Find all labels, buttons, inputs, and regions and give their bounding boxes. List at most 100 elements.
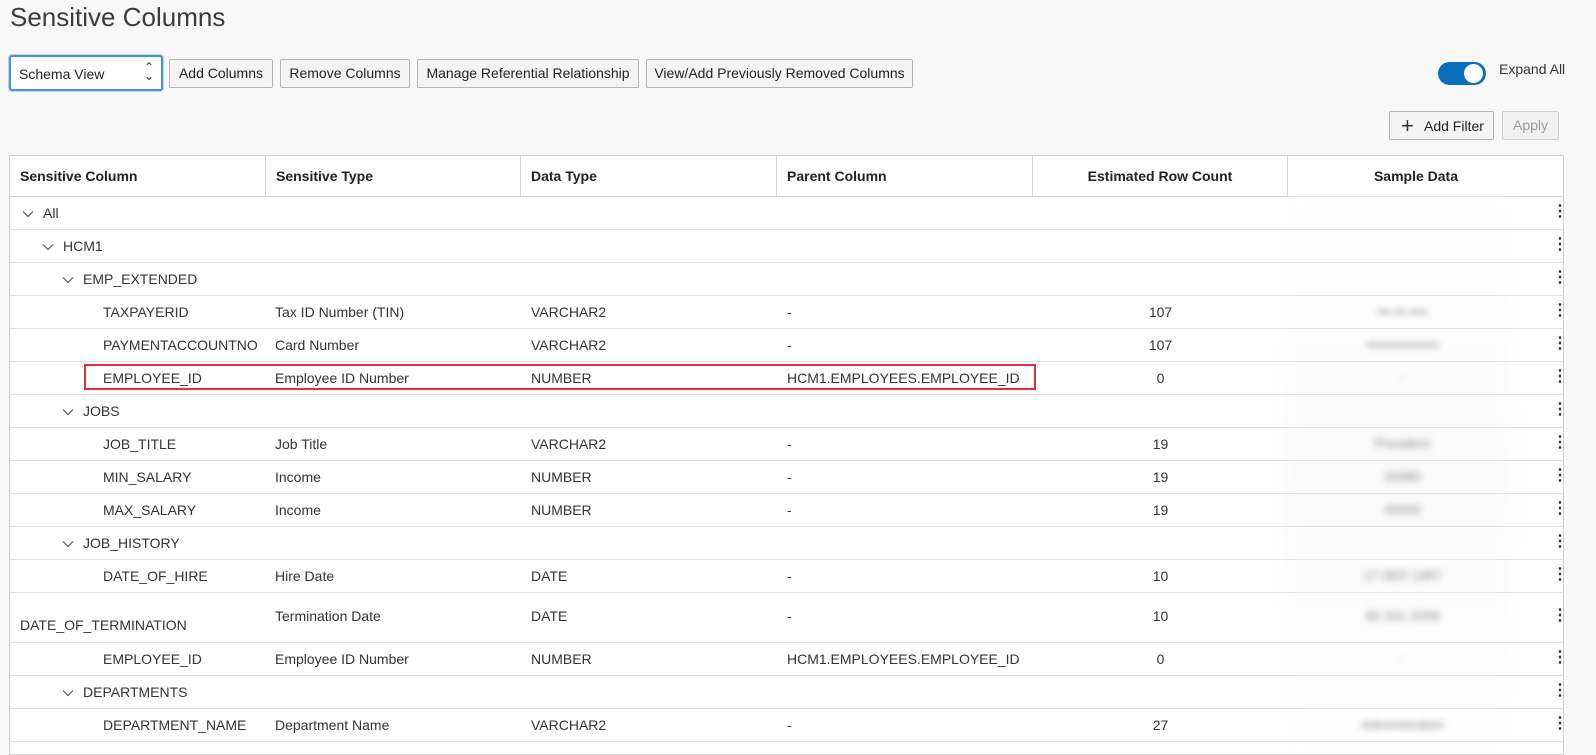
table-row[interactable]: DATE_OF_TERMINATION Termination Date DATE -…	[10, 592, 1563, 643]
kebab-menu-icon[interactable]: ⋮	[1552, 567, 1563, 583]
parent-column: -	[787, 717, 792, 733]
kebab-menu-icon[interactable]: ⋮	[1552, 336, 1563, 352]
data-type: VARCHAR2	[531, 337, 607, 353]
kebab-menu-icon[interactable]: ⋮	[1552, 369, 1563, 385]
kebab-menu-icon[interactable]: ⋮	[1552, 204, 1563, 220]
data-type: DATE	[531, 568, 568, 584]
kebab-menu-icon[interactable]: ⋮	[1552, 468, 1563, 484]
expand-all-toggle[interactable]	[1438, 62, 1486, 85]
header-sensitive-column[interactable]: Sensitive Column	[10, 156, 266, 196]
kebab-menu-icon[interactable]: ⋮	[1552, 402, 1563, 418]
parent-column: -	[787, 304, 792, 320]
table-row[interactable]: EMPLOYEE_ID Employee ID Number NUMBER HCM1.…	[10, 361, 1563, 395]
chevron-down-icon[interactable]	[62, 274, 74, 286]
data-type: NUMBER	[531, 370, 592, 386]
header-sample-data[interactable]: Sample Data	[1288, 156, 1544, 196]
group-label: All	[43, 205, 59, 221]
column-name: MAX_SALARY	[103, 502, 197, 518]
header-parent-column[interactable]: Parent Column	[777, 156, 1033, 196]
sample-data: -	[1400, 651, 1405, 666]
view-select-value: Schema View	[19, 66, 105, 82]
chevron-down-icon[interactable]	[22, 208, 34, 220]
sample-data: •••-••-••••	[1377, 304, 1428, 319]
header-estimated-row-count[interactable]: Estimated Row Count	[1033, 156, 1288, 196]
chevron-down-icon[interactable]	[62, 406, 74, 418]
sensitive-type: Tax ID Number (TIN)	[275, 304, 405, 320]
remove-columns-button[interactable]: Remove Columns	[280, 59, 410, 88]
parent-column: -	[787, 568, 792, 584]
group-row[interactable]: JOB_HISTORY ⋮	[10, 526, 1563, 560]
group-label: EMP_EXTENDED	[83, 271, 198, 287]
table-row[interactable]: DATE_OF_HIRE Hire Date DATE - 10 17-SEP-1987 ⋮	[10, 559, 1563, 593]
manage-referential-relationship-button[interactable]: Manage Referential Relationship	[417, 59, 639, 88]
table-row[interactable]: MAX_SALARY Income NUMBER - 19 40000 ⋮	[10, 493, 1563, 527]
kebab-menu-icon[interactable]: ⋮	[1552, 303, 1563, 319]
kebab-menu-icon[interactable]: ⋮	[1552, 270, 1563, 286]
table-row[interactable]: EMPLOYEE_ID Employee ID Number NUMBER HCM1.…	[10, 642, 1563, 676]
add-columns-button[interactable]: Add Columns	[169, 59, 273, 88]
estimated-row-count: 19	[1152, 502, 1169, 518]
chevron-down-icon[interactable]	[62, 538, 74, 550]
column-name: EMPLOYEE_ID	[103, 370, 202, 386]
view-select[interactable]: Schema View ⌃ ⌄	[9, 55, 163, 91]
table-row[interactable]: PAYMENTACCOUNTNO Card Number VARCHAR2 - 107 •…	[10, 328, 1563, 362]
sensitive-type: Employee ID Number	[275, 651, 409, 667]
column-name: DATE_OF_TERMINATION	[20, 617, 187, 633]
parent-column: HCM1.EMPLOYEES.EMPLOYEE_ID	[787, 370, 1020, 386]
group-row[interactable]: HCM1 ⋮	[10, 229, 1563, 263]
toggle-knob	[1464, 64, 1483, 83]
header-sensitive-type[interactable]: Sensitive Type	[266, 156, 521, 196]
header-data-type[interactable]: Data Type	[521, 156, 777, 196]
group-label: HCM1	[63, 238, 103, 254]
view-add-removed-columns-button[interactable]: View/Add Previously Removed Columns	[646, 59, 913, 88]
sample-data: -	[1400, 370, 1405, 385]
kebab-menu-icon[interactable]: ⋮	[1552, 501, 1563, 517]
estimated-row-count: 19	[1152, 469, 1169, 485]
kebab-menu-icon[interactable]: ⋮	[1552, 237, 1563, 253]
parent-column: -	[787, 608, 792, 624]
kebab-menu-icon[interactable]: ⋮	[1552, 435, 1563, 451]
estimated-row-count: 27	[1152, 717, 1169, 733]
group-row[interactable]: All ⋮	[10, 196, 1563, 230]
column-name: DEPARTMENT_NAME	[103, 717, 247, 733]
chevron-down-icon[interactable]	[62, 687, 74, 699]
parent-column: -	[787, 502, 792, 518]
sample-data: 30-JUL-2006	[1364, 608, 1441, 623]
column-name: JOB_TITLE	[103, 436, 177, 452]
estimated-row-count: 0	[1156, 651, 1165, 667]
data-type: VARCHAR2	[531, 304, 607, 320]
column-name: MIN_SALARY	[103, 469, 192, 485]
table-row[interactable]: MIN_SALARY Income NUMBER - 19 20080 ⋮	[10, 460, 1563, 494]
sample-data: 40000	[1384, 502, 1421, 517]
parent-column: -	[787, 436, 792, 452]
table-row[interactable]: TAXPAYERID Tax ID Number (TIN) VARCHAR2 - 10…	[10, 295, 1563, 329]
column-name: TAXPAYERID	[103, 304, 189, 320]
group-row[interactable]: EMP_EXTENDED ⋮	[10, 262, 1563, 296]
expand-all-label: Expand All	[1499, 61, 1566, 77]
kebab-menu-icon[interactable]: ⋮	[1552, 534, 1563, 550]
parent-column: HCM1.EMPLOYEES.EMPLOYEE_ID	[787, 651, 1020, 667]
data-type: VARCHAR2	[531, 717, 607, 733]
sensitive-type: Income	[275, 469, 321, 485]
kebab-menu-icon[interactable]: ⋮	[1552, 650, 1563, 666]
apply-button[interactable]: Apply	[1502, 111, 1559, 140]
page-title: Sensitive Columns	[10, 2, 226, 32]
group-label: JOB_HISTORY	[83, 535, 180, 551]
group-row[interactable]: JOBS ⋮	[10, 394, 1563, 428]
table-header: Sensitive Column Sensitive Type Data Typ…	[10, 156, 1563, 197]
kebab-menu-icon[interactable]: ⋮	[1552, 608, 1563, 624]
table-row[interactable]: DEPARTMENT_NAME Department Name VARCHAR2 - 2…	[10, 708, 1563, 742]
kebab-menu-icon[interactable]: ⋮	[1552, 716, 1563, 732]
sensitive-type: Card Number	[275, 337, 360, 353]
select-arrows-icon: ⌃ ⌄	[143, 60, 155, 83]
table-row[interactable]: JOB_TITLE Job Title VARCHAR2 - 19 President ⋮	[10, 427, 1563, 461]
chevron-down-icon[interactable]	[42, 241, 54, 253]
sensitive-type: Hire Date	[275, 568, 335, 584]
plus-icon: +	[1401, 113, 1414, 138]
sample-data: ••••••••••••••••	[1366, 337, 1439, 352]
group-row[interactable]: DEPARTMENTS ⋮	[10, 675, 1563, 709]
add-filter-button[interactable]: + Add Filter	[1389, 111, 1494, 140]
kebab-menu-icon[interactable]: ⋮	[1552, 683, 1563, 699]
add-filter-label: Add Filter	[1424, 118, 1484, 134]
estimated-row-count: 107	[1148, 337, 1173, 353]
